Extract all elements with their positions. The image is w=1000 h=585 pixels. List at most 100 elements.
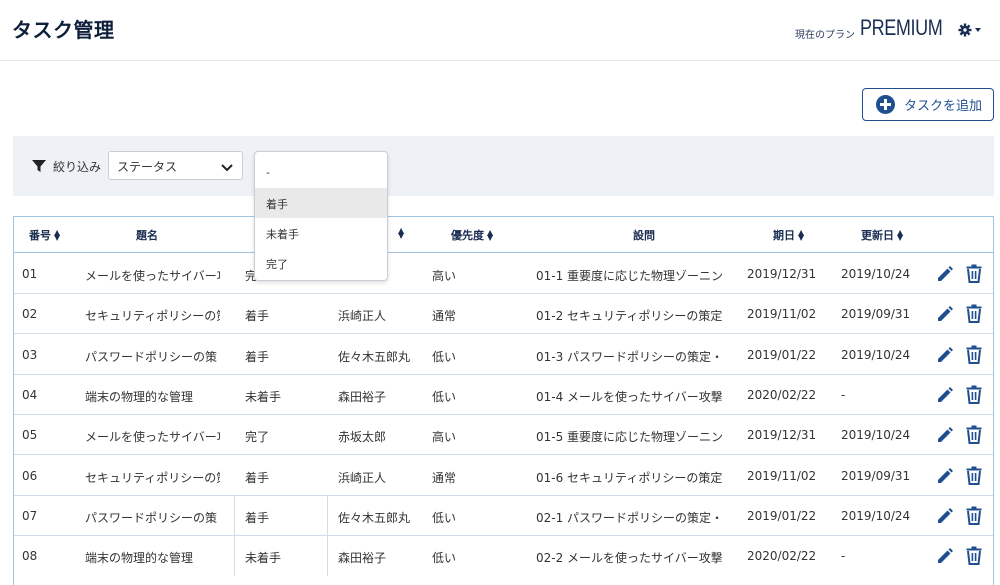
cell-title: 端末の物理的な管理 bbox=[85, 389, 194, 404]
cell-priority: 高い bbox=[432, 269, 457, 283]
pencil-icon[interactable] bbox=[936, 467, 954, 485]
column-header-no[interactable]: 番号 ▲ ▼ bbox=[29, 227, 60, 243]
cell-status: 着手 bbox=[245, 510, 270, 525]
caret-down-icon bbox=[975, 28, 981, 32]
settings-menu-button[interactable] bbox=[958, 20, 984, 40]
column-divider bbox=[327, 495, 328, 536]
table-row[interactable]: 05 メールを使ったサイバー攻 完了 赤坂太郎 高い 01-5 重要度に応じた物理ゾーニン… bbox=[14, 415, 993, 456]
cell-due: 2019/12/31 bbox=[747, 267, 817, 281]
cell-person: 森田裕子 bbox=[338, 389, 387, 404]
cell-no: 07 bbox=[22, 508, 38, 523]
cell-title: セキュリティポリシーの策 bbox=[85, 470, 220, 485]
dropdown-option[interactable]: - bbox=[255, 158, 387, 188]
cell-question: 02-1 パスワードポリシーの策定・周 bbox=[536, 510, 722, 525]
column-header-question: 設問 bbox=[633, 229, 655, 242]
sort-icon: ▲ ▼ bbox=[798, 228, 805, 242]
cell-updated: 2019/10/24 bbox=[841, 347, 911, 362]
trash-icon[interactable] bbox=[965, 304, 983, 324]
cell-title: 端末の物理的な管理 bbox=[85, 551, 194, 566]
cell-updated: 2019/09/31 bbox=[841, 468, 911, 483]
column-divider bbox=[234, 495, 235, 536]
pencil-icon[interactable] bbox=[936, 265, 954, 283]
cell-person: 森田裕子 bbox=[338, 551, 387, 566]
cell-priority: 通常 bbox=[432, 309, 457, 324]
trash-icon[interactable] bbox=[965, 546, 983, 566]
cell-title: メールを使ったサイバー攻 bbox=[85, 430, 220, 445]
pencil-icon[interactable] bbox=[936, 547, 954, 565]
plan-value: PREMIUM bbox=[860, 15, 943, 40]
trash-icon[interactable] bbox=[965, 466, 983, 485]
pencil-icon[interactable] bbox=[936, 386, 954, 404]
cell-due: 2020/02/22 bbox=[747, 549, 817, 564]
gear-icon bbox=[958, 23, 972, 37]
cell-no: 02 bbox=[22, 307, 38, 322]
cell-due: 2019/01/22 bbox=[747, 508, 817, 523]
task-table: 番号 ▲ ▼ 題名 ▲ ▼ 優先度 ▲ ▼ 設問 期日 ▲ ▼ 更新日 ▲ ▼ 01 メールを使った… bbox=[13, 216, 994, 585]
dropdown-option-highlighted[interactable]: 着手 bbox=[255, 188, 387, 218]
column-header-due[interactable]: 期日 ▲ ▼ bbox=[773, 227, 804, 243]
cell-due: 2019/12/31 bbox=[747, 428, 817, 443]
cell-status: 未着手 bbox=[245, 389, 282, 404]
app-header: タスク管理 現在のプラン PREMIUM bbox=[0, 0, 1000, 61]
column-divider bbox=[234, 536, 235, 577]
trash-icon[interactable] bbox=[965, 506, 983, 525]
sort-icon: ▲ ▼ bbox=[54, 228, 61, 242]
chevron-down-icon bbox=[221, 161, 233, 175]
cell-person: 佐々木五郎丸 bbox=[338, 349, 411, 364]
trash-icon[interactable] bbox=[965, 425, 983, 445]
cell-due: 2020/02/22 bbox=[747, 387, 817, 402]
dropdown-option[interactable]: 未着手 bbox=[255, 218, 387, 248]
cell-due: 2019/11/02 bbox=[747, 307, 817, 322]
cell-title: パスワードポリシーの策 bbox=[85, 510, 218, 525]
cell-question: 01-4 メールを使ったサイバー攻撃へ bbox=[536, 389, 722, 404]
dropdown-option[interactable]: 完了 bbox=[255, 248, 387, 278]
table-row[interactable]: 03 パスワードポリシーの策 着手 佐々木五郎丸 低い 01-3 パスワードポリシーの策定… bbox=[14, 335, 993, 375]
cell-no: 01 bbox=[22, 267, 38, 281]
filter-icon bbox=[32, 158, 46, 177]
add-task-button[interactable]: タスクを追加 bbox=[862, 88, 994, 121]
cell-priority: 高い bbox=[432, 430, 457, 445]
cell-title: パスワードポリシーの策 bbox=[85, 349, 218, 364]
pencil-icon[interactable] bbox=[936, 507, 954, 525]
table-row[interactable]: 04 端末の物理的な管理 未着手 森田裕子 低い 01-4 メールを使ったサイバー攻撃へ 2… bbox=[14, 375, 993, 415]
table-row[interactable]: 07 パスワードポリシーの策 着手 佐々木五郎丸 低い 02-1 パスワードポリシーの策定… bbox=[14, 495, 993, 536]
pencil-icon[interactable] bbox=[936, 346, 954, 364]
plan-label: 現在のプラン bbox=[795, 30, 855, 41]
cell-person: 浜崎正人 bbox=[338, 470, 387, 485]
cell-person: 佐々木五郎丸 bbox=[338, 510, 411, 525]
cell-updated: - bbox=[841, 549, 846, 564]
column-header-priority[interactable]: 優先度 ▲ ▼ bbox=[451, 227, 493, 243]
trash-icon[interactable] bbox=[965, 345, 983, 364]
cell-priority: 通常 bbox=[432, 470, 457, 485]
cell-priority: 低い bbox=[432, 510, 457, 525]
cell-status: 未着手 bbox=[245, 551, 282, 566]
trash-icon[interactable] bbox=[965, 264, 983, 283]
cell-no: 06 bbox=[22, 468, 38, 483]
filter-field-select[interactable]: ステータス bbox=[108, 151, 243, 180]
table-row[interactable]: 01 メールを使ったサイバー攻完高い 01-1 重要度に応じた物理ゾーニング 2019… bbox=[14, 254, 993, 294]
trash-icon[interactable] bbox=[965, 385, 983, 404]
column-header-title: 題名 bbox=[136, 229, 158, 242]
pencil-icon[interactable] bbox=[936, 426, 954, 444]
filter-bar: 絞り込み ステータス bbox=[13, 136, 994, 196]
cell-question: 02-2 メールを使ったサイバー攻撃へ bbox=[536, 551, 722, 566]
cell-updated: 2019/10/24 bbox=[841, 267, 911, 281]
add-task-label: タスクを追加 bbox=[904, 99, 983, 114]
cell-due: 2019/11/02 bbox=[747, 468, 817, 483]
table-row[interactable]: 08 端末の物理的な管理 未着手 森田裕子 低い 02-2 メールを使ったサイバー攻撃へ 2… bbox=[14, 536, 993, 577]
table-row[interactable]: 06 セキュリティポリシーの策 着手 浜崎正人 通常 01-6 セキュリティポリシーの策定… bbox=[14, 456, 993, 496]
cell-no: 03 bbox=[22, 347, 38, 362]
cell-priority: 低い bbox=[432, 551, 457, 566]
cell-status: 完了 bbox=[245, 430, 270, 445]
cell-question: 01-3 パスワードポリシーの策定・周 bbox=[536, 349, 722, 364]
cell-title: セキュリティポリシーの策 bbox=[85, 309, 220, 324]
cell-no: 04 bbox=[22, 387, 38, 402]
column-header-updated[interactable]: 更新日 ▲ ▼ bbox=[861, 227, 903, 243]
cell-title: メールを使ったサイバー攻 bbox=[85, 269, 220, 283]
column-header-person[interactable]: ▲ ▼ bbox=[395, 227, 404, 240]
cell-person: 浜崎正人 bbox=[338, 309, 387, 324]
cell-updated: 2019/10/24 bbox=[841, 428, 911, 443]
cell-question: 01-5 重要度に応じた物理ゾーニング bbox=[536, 430, 722, 445]
pencil-icon[interactable] bbox=[936, 305, 954, 323]
table-row[interactable]: 02 セキュリティポリシーの策 着手 浜崎正人 通常 01-2 セキュリティポリシーの策定… bbox=[14, 294, 993, 335]
